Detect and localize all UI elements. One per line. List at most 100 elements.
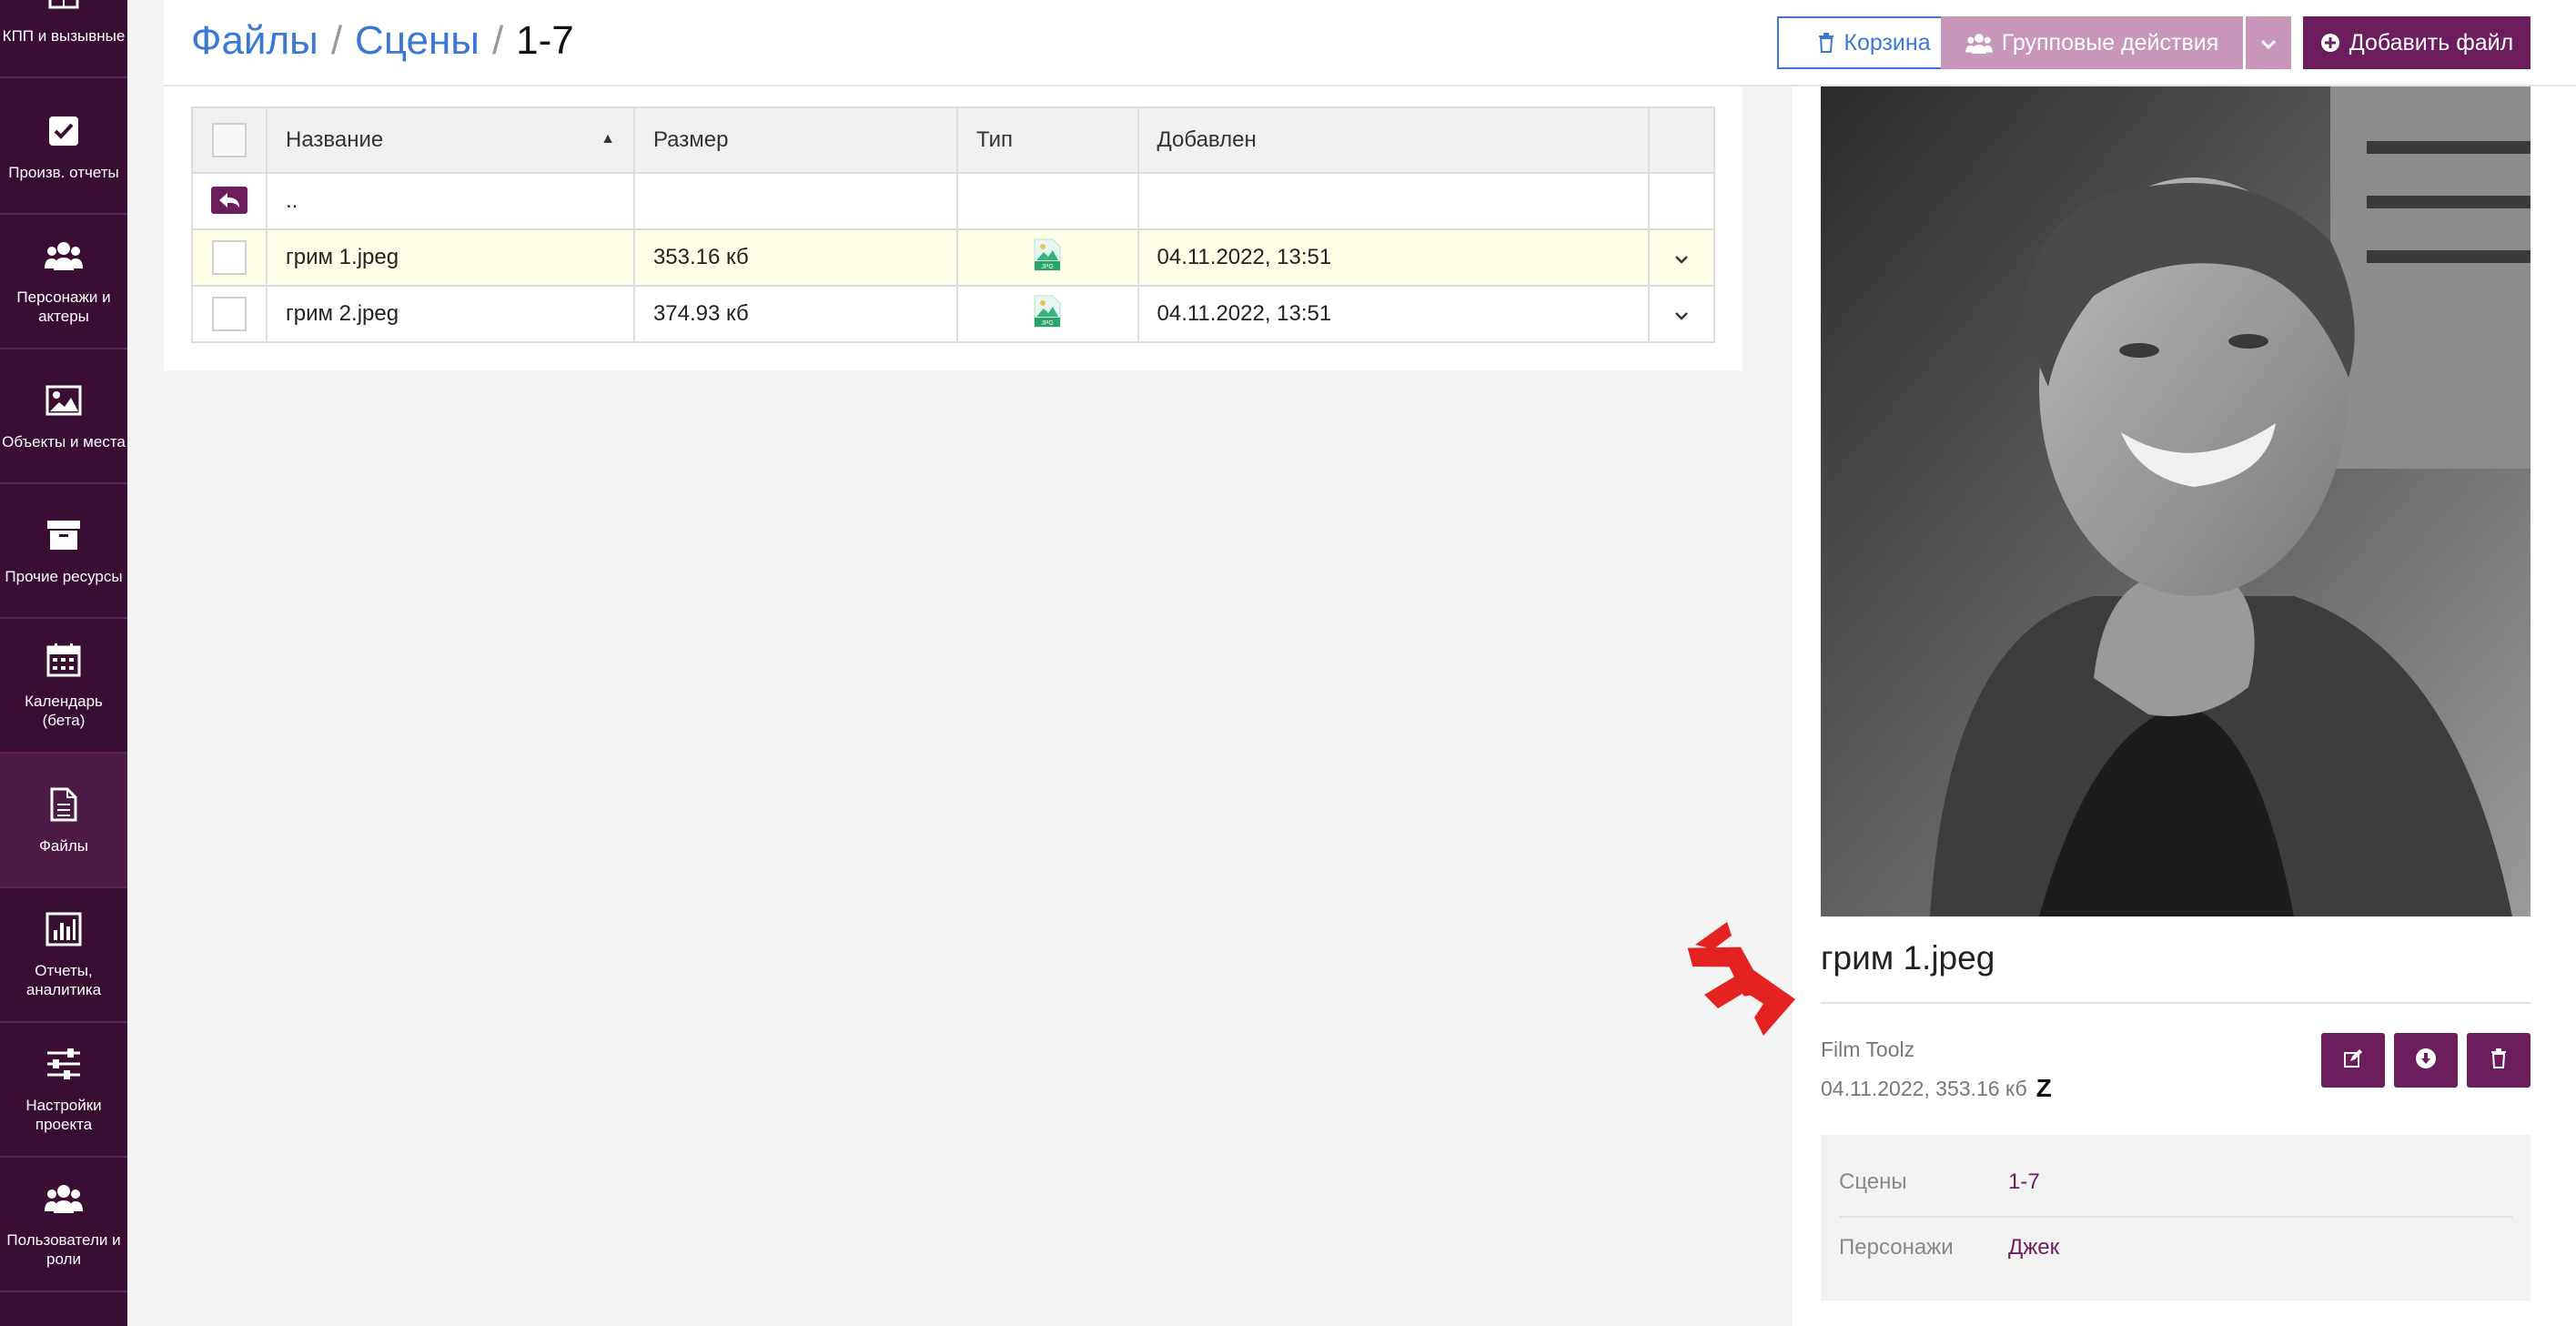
sidebar-item-analytics[interactable]: Отчеты, аналитика <box>0 888 127 1023</box>
calendar-icon <box>45 641 83 679</box>
breadcrumb: Файлы / Сцены/1-7 <box>191 15 574 67</box>
image-preview[interactable] <box>1821 86 2531 916</box>
table-header-row: Название ▲ Размер Тип Добавлен <box>191 106 1715 174</box>
sidebar-item-label: Настройки проекта <box>25 1097 102 1133</box>
sidebar-item-label: Пользователи и роли <box>6 1231 121 1268</box>
sidebar-item-calendar[interactable]: Календарь (бета) <box>0 619 127 754</box>
users-icon <box>45 1179 83 1218</box>
detail-value-link[interactable]: 1-7 <box>2008 1169 2040 1195</box>
chevron-down-icon[interactable] <box>1674 255 1689 264</box>
table-icon <box>45 0 83 14</box>
parent-folder-cell <box>191 172 268 230</box>
group-actions-label: Групповые действия <box>2001 29 2219 56</box>
column-header-label: Добавлен <box>1157 127 1257 152</box>
file-type-cell: JPG <box>956 228 1139 287</box>
jpg-file-icon: JPG <box>1034 295 1061 334</box>
divider <box>1821 1002 2531 1004</box>
group-actions-button[interactable]: Групповые действия <box>1941 16 2243 69</box>
file-details: Сцены 1-7 Персонажи Джек <box>1821 1135 2531 1301</box>
sidebar: КПП и вызывные Произв. отчеты Персонажи … <box>0 0 127 1326</box>
table-row-parent[interactable]: .. <box>191 172 1715 230</box>
sidebar-item-label: Файлы <box>38 836 88 855</box>
chevron-down-icon[interactable] <box>1674 311 1689 320</box>
file-added-cell: 04.11.2022, 13:51 <box>1136 228 1651 287</box>
sort-asc-icon: ▲ <box>601 131 615 147</box>
add-file-label: Добавить файл <box>2349 29 2514 56</box>
file-name-cell[interactable]: грим 1.jpeg <box>266 228 635 287</box>
back-arrow-icon[interactable] <box>211 187 247 214</box>
file-added-cell: 04.11.2022, 13:51 <box>1136 285 1651 343</box>
row-actions-cell[interactable] <box>1648 285 1715 343</box>
parent-folder-label[interactable]: .. <box>266 172 635 230</box>
row-checkbox[interactable] <box>212 240 247 275</box>
edit-file-button[interactable] <box>2321 1033 2385 1088</box>
file-type-cell: JPG <box>956 285 1139 343</box>
column-header-added[interactable]: Добавлен <box>1136 106 1651 174</box>
file-owner: Film Toolz <box>1821 1038 1915 1061</box>
chevron-down-icon <box>2260 30 2277 56</box>
column-header-size[interactable]: Размер <box>632 106 959 174</box>
svg-text:JPG: JPG <box>1041 264 1054 270</box>
film-toolz-logo-icon: Z <box>2036 1074 2052 1102</box>
column-header-label: Тип <box>976 127 1014 152</box>
pointer-arrow-icon <box>1677 908 1813 1045</box>
sidebar-item-reports[interactable]: Произв. отчеты <box>0 80 127 215</box>
sliders-icon <box>45 1045 83 1083</box>
files-table: Название ▲ Размер Тип Добавлен .. грим 1.… <box>191 106 1715 343</box>
column-header-actions <box>1648 106 1715 174</box>
jpg-file-icon: JPG <box>1034 238 1061 278</box>
delete-file-button[interactable] <box>2467 1033 2531 1088</box>
bar-chart-icon <box>45 910 83 948</box>
trash-icon <box>2490 1048 2507 1073</box>
breadcrumb-separator: / <box>491 18 504 63</box>
sidebar-item-project-settings[interactable]: Настройки проекта <box>0 1023 127 1158</box>
breadcrumb-current: 1-7 <box>516 18 574 63</box>
sidebar-item-objects[interactable]: Объекты и места <box>0 349 127 484</box>
file-icon <box>45 785 83 824</box>
file-size-cell: 353.16 кб <box>632 228 959 287</box>
sidebar-item-label: Календарь (бета) <box>25 693 103 729</box>
group-actions-dropdown-toggle[interactable] <box>2246 16 2291 69</box>
breadcrumb-link-scenes[interactable]: Сцены <box>355 18 480 63</box>
select-all-checkbox[interactable] <box>212 123 247 157</box>
svg-text:JPG: JPG <box>1041 320 1054 327</box>
sidebar-item-files[interactable]: Файлы <box>0 754 127 888</box>
file-meta-text: 04.11.2022, 353.16 кб <box>1821 1076 2027 1100</box>
sidebar-item-label: КПП и вызывные <box>2 26 126 45</box>
sidebar-item-kpp[interactable]: КПП и вызывные <box>0 0 127 78</box>
sidebar-item-label: Отчеты, аналитика <box>25 962 102 998</box>
sidebar-item-characters[interactable]: Персонажи и актеры <box>0 215 127 349</box>
checkbox-icon <box>45 112 83 150</box>
divider <box>1839 1216 2512 1218</box>
sidebar-item-label: Персонажи и актеры <box>16 288 111 325</box>
archive-icon <box>45 516 83 554</box>
row-checkbox[interactable] <box>212 297 247 331</box>
row-actions-cell[interactable] <box>1648 228 1715 287</box>
preview-file-title: грим 1.jpeg <box>1821 939 1995 977</box>
sidebar-item-label: Произв. отчеты <box>8 163 119 181</box>
sidebar-item-other-resources[interactable]: Прочие ресурсы <box>0 484 127 619</box>
users-icon <box>45 237 83 275</box>
download-file-button[interactable] <box>2394 1033 2458 1088</box>
trash-icon <box>1818 33 1834 53</box>
add-file-button[interactable]: Добавить файл <box>2303 16 2531 69</box>
table-row[interactable]: грим 1.jpeg 353.16 кб JPG 04.11.2022, 13… <box>191 228 1715 287</box>
trash-label: Корзина <box>1844 29 1931 56</box>
file-size-cell: 374.93 кб <box>632 285 959 343</box>
table-row[interactable]: грим 2.jpeg 374.93 кб JPG 04.11.2022, 13… <box>191 285 1715 343</box>
column-header-type[interactable]: Тип <box>956 106 1139 174</box>
download-icon <box>2415 1048 2437 1074</box>
sidebar-item-users[interactable]: Пользователи и роли <box>0 1158 127 1292</box>
sidebar-item-label: Прочие ресурсы <box>5 567 123 585</box>
breadcrumb-link-files[interactable]: Файлы <box>191 18 318 63</box>
select-all-cell <box>191 106 268 174</box>
breadcrumb-separator: / <box>330 18 343 63</box>
column-header-name[interactable]: Название ▲ <box>266 106 635 174</box>
detail-value-link[interactable]: Джек <box>2008 1235 2059 1260</box>
sidebar-item-label: Объекты и места <box>2 432 126 450</box>
edit-icon <box>2343 1048 2363 1073</box>
file-name-cell[interactable]: грим 2.jpeg <box>266 285 635 343</box>
column-header-label: Размер <box>652 127 729 152</box>
file-meta: 04.11.2022, 353.16 кб Z <box>1821 1074 2052 1103</box>
detail-key: Персонажи <box>1839 1235 1954 1260</box>
